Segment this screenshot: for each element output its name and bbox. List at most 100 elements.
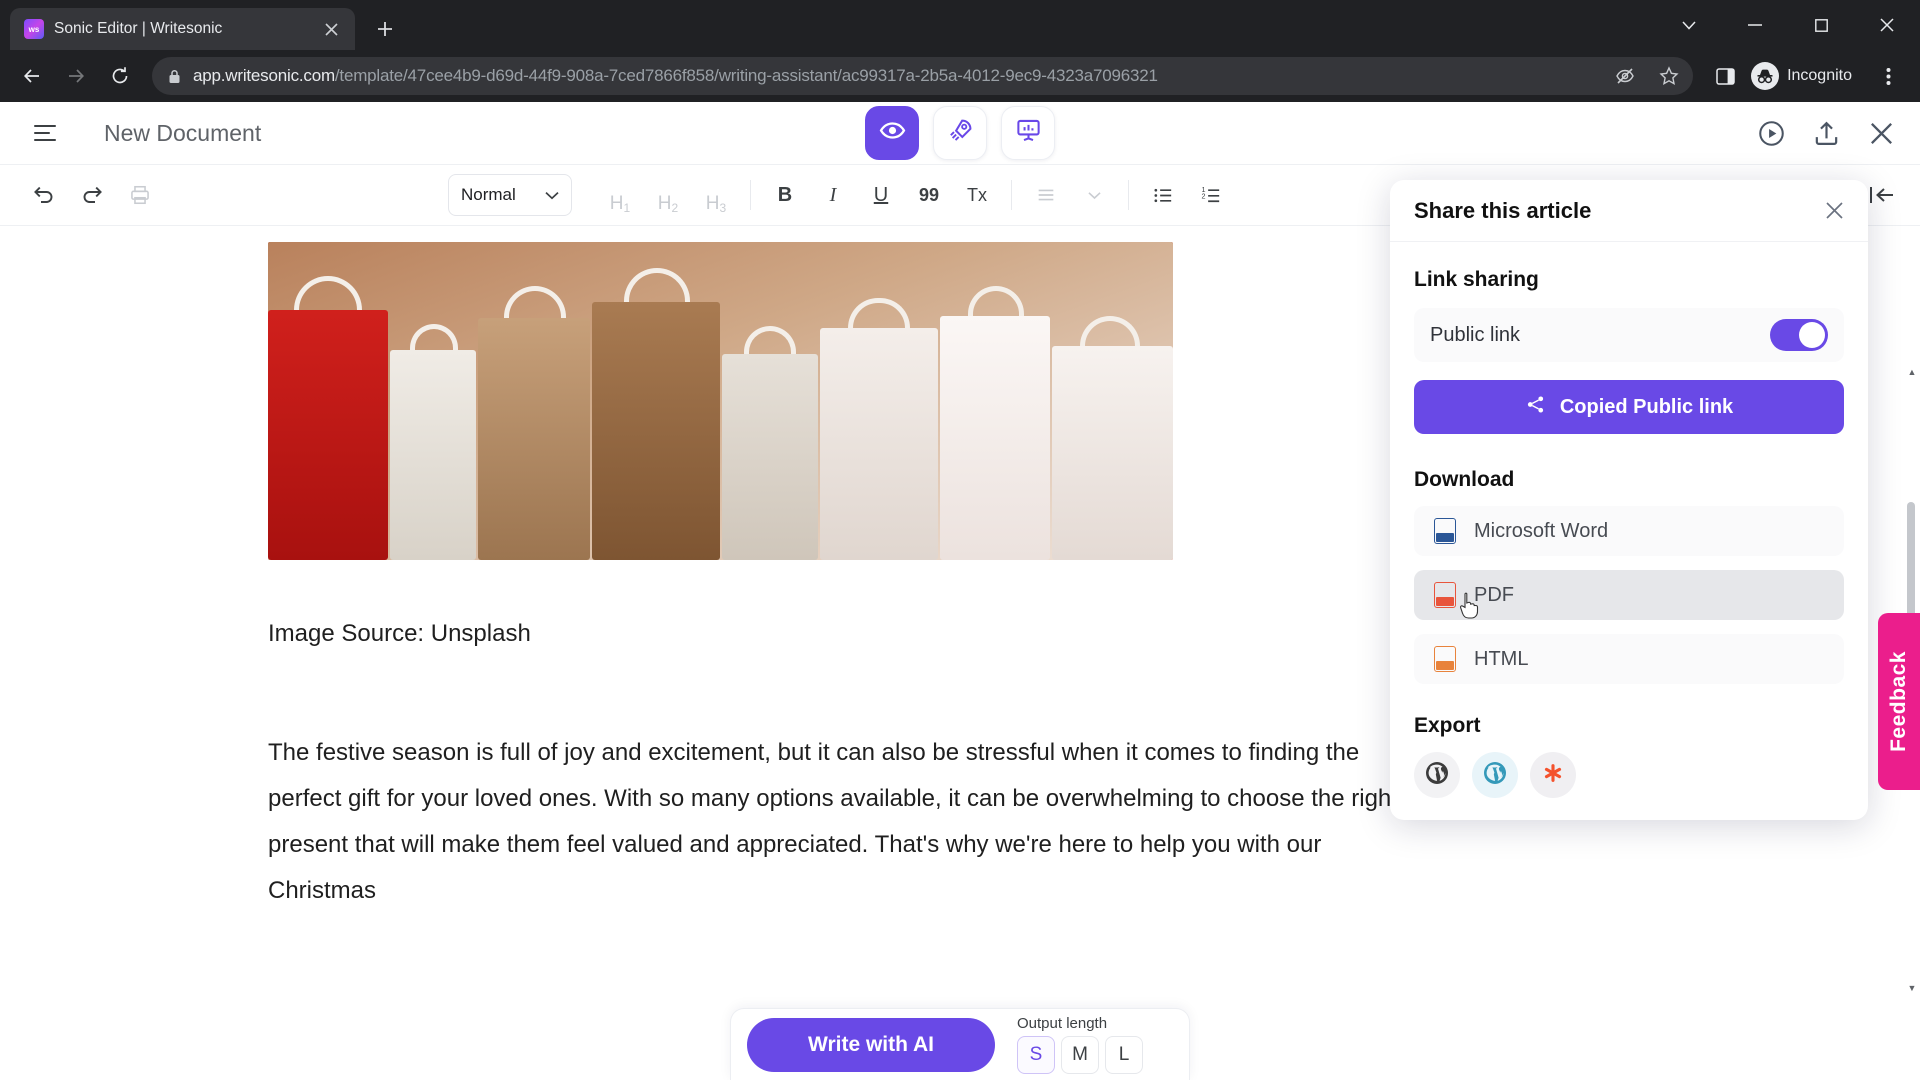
url-bar[interactable]: app.writesonic.com/template/47cee4b9-d69… bbox=[152, 57, 1694, 95]
hamburger-icon[interactable] bbox=[24, 113, 64, 153]
rocket-icon bbox=[947, 117, 974, 149]
paragraph-style-value: Normal bbox=[461, 185, 516, 204]
toolbar-divider bbox=[1128, 180, 1129, 210]
maximize-icon[interactable] bbox=[1788, 0, 1854, 50]
chevron-down-icon[interactable] bbox=[1074, 175, 1114, 215]
page-title[interactable]: New Document bbox=[104, 120, 261, 147]
bold-button[interactable]: B bbox=[765, 175, 805, 215]
kebab-menu-icon[interactable] bbox=[1868, 56, 1908, 96]
download-title: Download bbox=[1414, 468, 1515, 491]
export-title: Export bbox=[1414, 714, 1481, 737]
output-length-m[interactable]: M bbox=[1061, 1036, 1099, 1074]
feedback-tab[interactable]: Feedback bbox=[1878, 613, 1920, 790]
preview-mode-button[interactable] bbox=[865, 106, 919, 160]
wordpress-export-button[interactable] bbox=[1414, 752, 1460, 798]
link-sharing-title: Link sharing bbox=[1414, 268, 1539, 291]
align-group bbox=[1026, 175, 1114, 215]
doc-file-icon: DOC bbox=[1434, 518, 1456, 544]
toolbar-divider bbox=[1011, 180, 1012, 210]
print-icon bbox=[120, 175, 160, 215]
paragraph-style-select[interactable]: Normal bbox=[448, 174, 572, 216]
scroll-down-arrow[interactable]: ▼ bbox=[1906, 982, 1918, 994]
minimize-icon[interactable] bbox=[1722, 0, 1788, 50]
boost-mode-button[interactable] bbox=[933, 106, 987, 160]
arrow-right-icon bbox=[56, 56, 96, 96]
wordpress-icon bbox=[1483, 761, 1507, 790]
output-length-s[interactable]: S bbox=[1017, 1036, 1055, 1074]
redo-icon[interactable] bbox=[72, 175, 112, 215]
heading-2-button[interactable]: H2 bbox=[648, 175, 688, 215]
public-link-toggle[interactable] bbox=[1770, 319, 1828, 351]
webflow-export-button[interactable] bbox=[1530, 752, 1576, 798]
bullet-list-icon[interactable] bbox=[1143, 175, 1183, 215]
close-icon[interactable] bbox=[1825, 201, 1844, 220]
header-actions bbox=[1757, 119, 1896, 148]
reload-icon[interactable] bbox=[100, 56, 140, 96]
play-circle-icon[interactable] bbox=[1757, 119, 1786, 148]
svg-text:2: 2 bbox=[1201, 192, 1205, 200]
copy-public-link-label: Copied Public link bbox=[1559, 395, 1734, 418]
analytics-mode-button[interactable] bbox=[1001, 106, 1055, 160]
blockquote-button[interactable]: 99 bbox=[909, 175, 949, 215]
lock-icon bbox=[168, 69, 181, 84]
tab-title: Sonic Editor | Writesonic bbox=[54, 20, 223, 37]
document-paragraph[interactable]: The festive season is full of joy and ex… bbox=[268, 730, 1428, 914]
close-icon[interactable] bbox=[319, 17, 343, 41]
wordpress-icon bbox=[1425, 761, 1449, 790]
asterisk-icon bbox=[1542, 762, 1564, 789]
profile-chip[interactable]: Incognito bbox=[1747, 59, 1866, 93]
undo-icon[interactable] bbox=[24, 175, 64, 215]
download-item-label: Microsoft Word bbox=[1474, 519, 1609, 542]
share-panel-header: Share this article bbox=[1390, 180, 1868, 242]
profile-label: Incognito bbox=[1787, 67, 1852, 84]
share-upload-icon[interactable] bbox=[1812, 119, 1841, 148]
scrollbar-thumb[interactable] bbox=[1907, 502, 1915, 622]
side-panel-icon[interactable] bbox=[1705, 56, 1745, 96]
browser-tab[interactable]: ws Sonic Editor | Writesonic bbox=[10, 8, 355, 50]
output-length-l[interactable]: L bbox=[1105, 1036, 1143, 1074]
download-pdf[interactable]: PDF PDF bbox=[1414, 570, 1844, 620]
numbered-list-icon[interactable]: 12 bbox=[1191, 175, 1231, 215]
mode-switcher bbox=[865, 106, 1055, 160]
align-left-icon[interactable] bbox=[1026, 175, 1066, 215]
heading-1-button[interactable]: H1 bbox=[600, 175, 640, 215]
list-group: 12 bbox=[1143, 175, 1231, 215]
clear-format-button[interactable]: Tx bbox=[957, 175, 997, 215]
output-length-control: Output length S M L bbox=[1017, 1015, 1143, 1074]
download-item-label: PDF bbox=[1474, 583, 1514, 606]
download-item-label: HTML bbox=[1474, 647, 1529, 670]
share-panel-body: Link sharing Public link Copied Public l… bbox=[1390, 242, 1868, 820]
chevron-down-icon[interactable] bbox=[1656, 0, 1722, 50]
eye-icon bbox=[879, 117, 906, 149]
arrow-left-icon[interactable] bbox=[12, 56, 52, 96]
download-html[interactable]: HTML HTML bbox=[1414, 634, 1844, 684]
share-panel: Share this article Link sharing Public l… bbox=[1390, 180, 1868, 820]
writesonic-favicon: ws bbox=[24, 19, 44, 39]
pdf-file-icon: PDF bbox=[1434, 582, 1456, 608]
plus-icon[interactable] bbox=[367, 11, 403, 47]
copy-public-link-button[interactable]: Copied Public link bbox=[1414, 380, 1844, 434]
underline-button[interactable]: U bbox=[861, 175, 901, 215]
history-group bbox=[24, 175, 160, 215]
wordpress-com-export-button[interactable] bbox=[1472, 752, 1518, 798]
star-icon[interactable] bbox=[1653, 60, 1685, 92]
download-microsoft-word[interactable]: DOC Microsoft Word bbox=[1414, 506, 1844, 556]
eye-slash-icon[interactable] bbox=[1609, 60, 1641, 92]
italic-button[interactable]: I bbox=[813, 175, 853, 215]
window-controls bbox=[1656, 0, 1920, 50]
close-document-button[interactable] bbox=[1867, 119, 1896, 148]
public-link-row: Public link bbox=[1414, 308, 1844, 362]
scroll-up-arrow[interactable]: ▲ bbox=[1906, 366, 1918, 378]
toolbar-divider bbox=[750, 180, 751, 210]
chevron-down-icon bbox=[545, 185, 559, 205]
close-icon[interactable] bbox=[1854, 0, 1920, 50]
write-with-ai-button[interactable]: Write with AI bbox=[747, 1017, 995, 1072]
feedback-label: Feedback bbox=[1887, 651, 1910, 752]
app-header: New Document bbox=[0, 102, 1920, 164]
heading-3-button[interactable]: H3 bbox=[696, 175, 736, 215]
holiday-gift-bags-photo bbox=[268, 242, 1173, 560]
collapse-panel-icon[interactable] bbox=[1868, 183, 1896, 207]
html-file-icon: HTML bbox=[1434, 646, 1456, 672]
url-text: app.writesonic.com/template/47cee4b9-d69… bbox=[193, 66, 1597, 86]
url-domain: app.writesonic.com bbox=[193, 66, 335, 85]
